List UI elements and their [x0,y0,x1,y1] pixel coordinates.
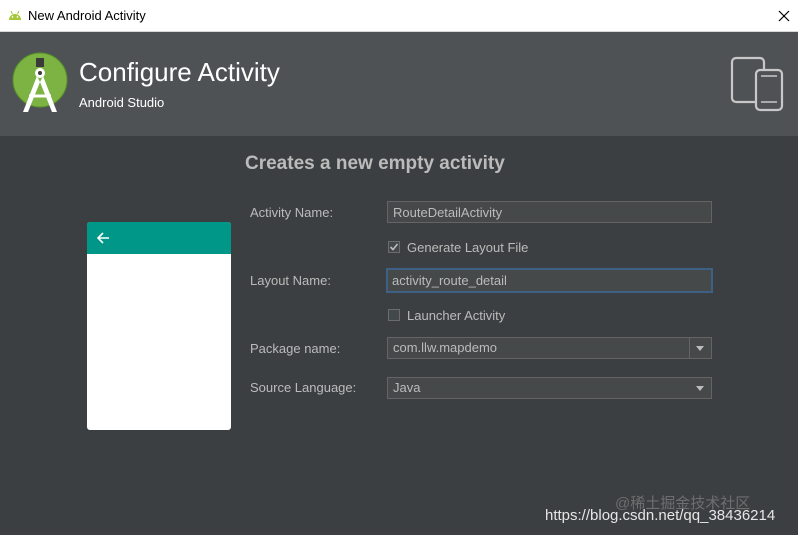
dropdown-divider [689,338,690,358]
page-subtitle: Android Studio [79,95,165,110]
close-button[interactable] [770,2,798,30]
activity-name-field[interactable] [387,201,712,223]
wizard-header: Configure Activity Android Studio [0,32,798,136]
package-name-value: com.llw.mapdemo [393,340,498,355]
chevron-down-icon[interactable] [695,344,705,352]
page-title: Configure Activity [79,57,280,87]
layout-name-label: Layout Name: [250,273,331,288]
arrow-left-icon [96,232,109,244]
checkmark-icon [389,243,399,251]
generate-layout-label: Generate Layout File [407,239,529,255]
launcher-activity-label: Launcher Activity [407,307,506,323]
activity-name-label: Activity Name: [250,205,334,220]
wizard-content: Creates a new empty activity Activity Na… [0,136,798,535]
watermark: @稀土掘金技术社区 https://blog.csdn.net/qq_38436… [545,495,775,524]
launcher-activity-check-box[interactable] [388,309,400,321]
generate-layout-checkbox[interactable]: Generate Layout File [388,239,528,255]
package-name-dropdown[interactable]: com.llw.mapdemo [387,337,712,359]
window-titlebar: New Android Activity [0,0,798,32]
window-title: New Android Activity [28,8,146,23]
chevron-down-icon[interactable] [695,384,705,392]
android-studio-logo-icon [12,52,68,112]
layout-name-field[interactable] [386,268,713,293]
activity-preview [87,222,231,430]
section-heading: Creates a new empty activity [245,153,505,174]
close-icon [778,10,790,22]
package-name-label: Package name: [250,341,341,356]
devices-icon [730,56,784,112]
preview-appbar [87,222,231,254]
source-language-label: Source Language: [250,380,357,395]
android-icon [9,10,21,20]
launcher-activity-checkbox[interactable]: Launcher Activity [388,307,505,323]
source-language-dropdown[interactable]: Java [387,377,712,399]
watermark-faint-text: @稀土掘金技术社区 [615,495,751,512]
generate-layout-check-box[interactable] [388,241,400,253]
source-language-value: Java [393,380,421,395]
